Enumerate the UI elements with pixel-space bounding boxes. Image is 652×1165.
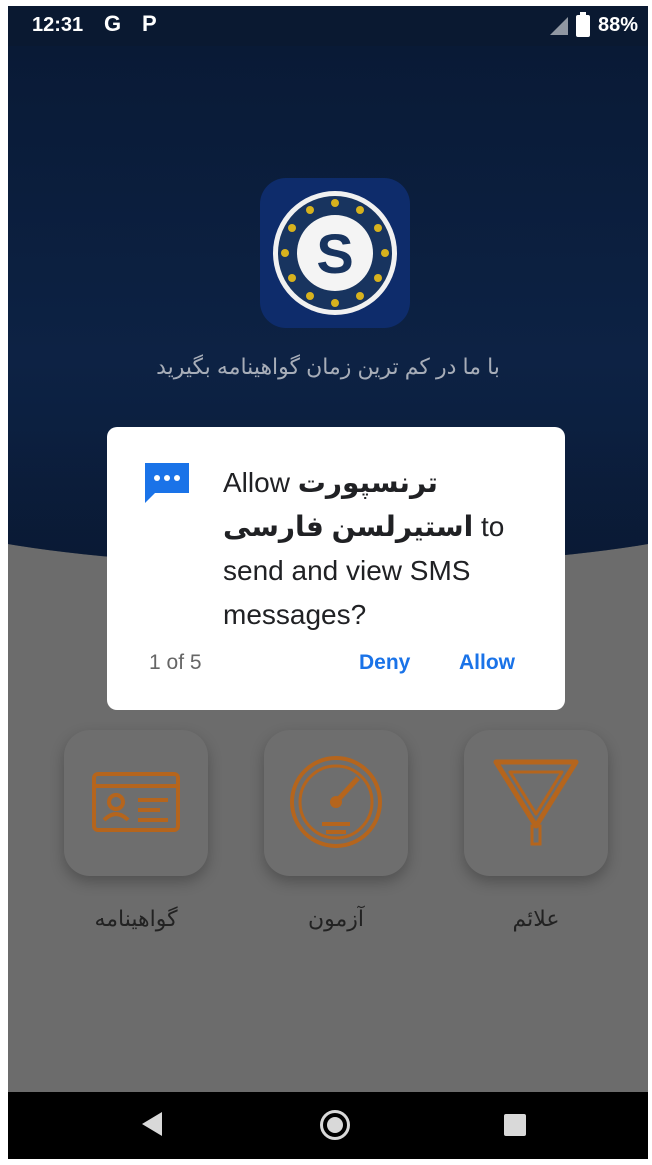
g-notification-icon: G (104, 11, 122, 36)
card-exam[interactable] (264, 730, 408, 876)
deny-button[interactable]: Deny (359, 651, 410, 675)
dialog-message: Allow ترنسپورت استیرلسن فارسی to send an… (223, 461, 533, 637)
status-right: 88% (549, 11, 638, 37)
card-label-license: گواهینامه (94, 906, 178, 931)
card-signs[interactable] (464, 730, 608, 876)
yield-sign-icon (493, 759, 579, 846)
battery-percent: 88% (597, 14, 638, 36)
status-time: 12:31 (32, 14, 84, 36)
license-card-icon (92, 772, 180, 832)
phone-screen: 12:31 G P 88% S با ما در کم ترین زمان گو… (8, 6, 648, 1159)
p-notification-icon: P (142, 11, 157, 36)
card-label-signs: علائم (512, 906, 560, 931)
logo-letter: S (316, 222, 353, 285)
battery-charging-icon (575, 11, 590, 37)
card-license[interactable] (64, 730, 208, 876)
status-bar: 12:31 G P 88% (8, 6, 648, 46)
signal-icon (549, 16, 568, 35)
card-label-exam: آزمون (307, 906, 365, 931)
recents-icon[interactable] (504, 1114, 526, 1136)
navigation-bar (8, 1092, 648, 1159)
home-icon[interactable] (320, 1110, 350, 1140)
speedometer-icon (290, 756, 382, 848)
hero-tagline: با ما در کم ترین زمان گواهینامه بگیرید (156, 354, 500, 379)
sms-icon (145, 463, 189, 503)
category-cards: گواهینامه آزمون علائم (8, 730, 648, 970)
app-logo-emblem: S (273, 191, 397, 315)
dialog-prefix: Allow (223, 467, 298, 498)
sms-permission-dialog: Allow ترنسپورت استیرلسن فارسی to send an… (107, 427, 565, 710)
allow-button[interactable]: Allow (459, 651, 515, 675)
dialog-counter: 1 of 5 (149, 651, 202, 674)
back-icon[interactable] (142, 1112, 162, 1136)
